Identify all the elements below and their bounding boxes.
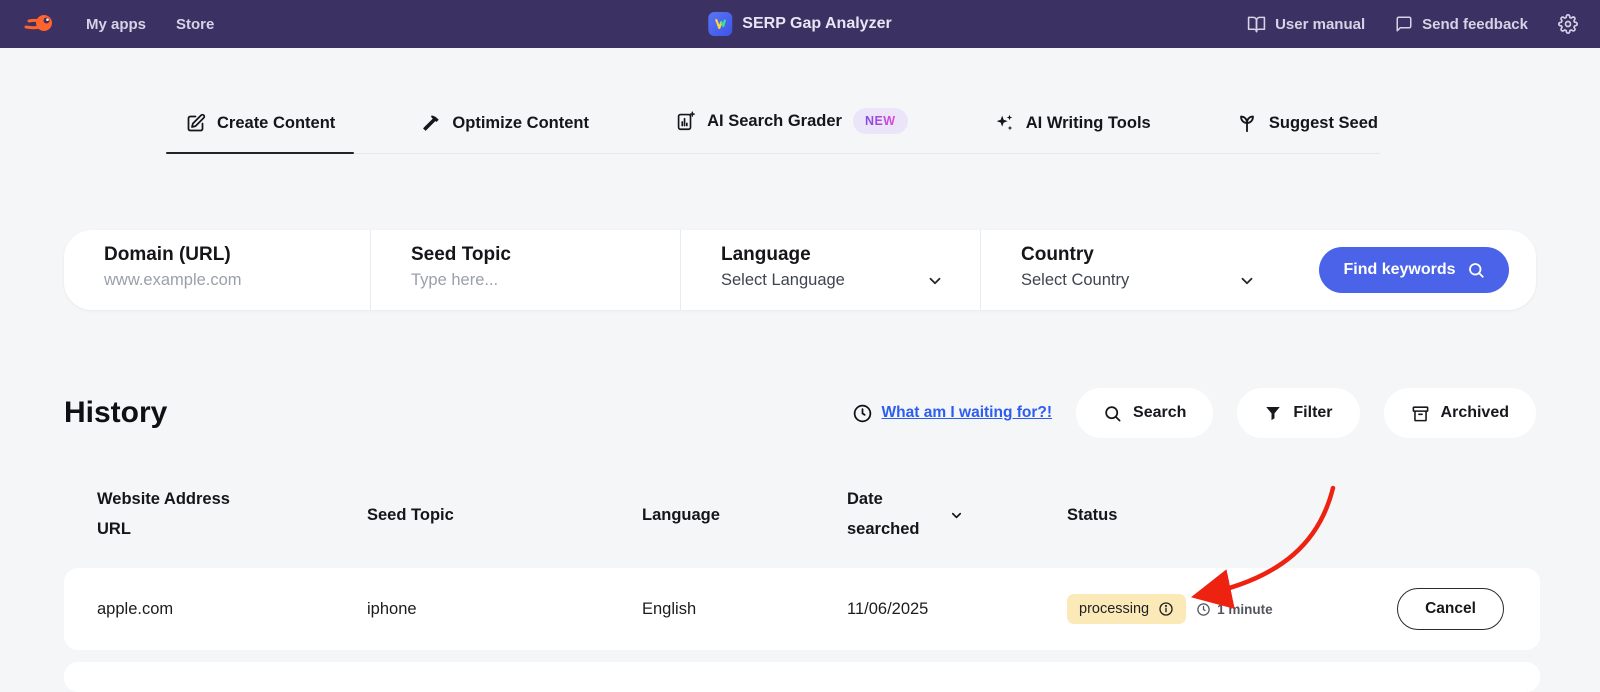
send-feedback-button[interactable]: Send feedback [1395, 15, 1528, 33]
chevron-down-icon [951, 512, 962, 518]
history-title: History [64, 396, 168, 429]
info-icon [1159, 602, 1173, 616]
nav-store[interactable]: Store [176, 16, 214, 33]
seed-topic-label: Seed Topic [411, 244, 511, 265]
country-select-value: Select Country [1021, 271, 1130, 289]
archived-button[interactable]: Archived [1383, 388, 1536, 438]
hammer-icon [423, 115, 440, 131]
col-date-searched[interactable]: Date searched [847, 485, 1067, 544]
sparkles-icon [996, 114, 1012, 131]
waiting-info-link[interactable]: What am I waiting for?! [852, 403, 1053, 424]
cancel-button[interactable]: Cancel [1397, 588, 1504, 630]
country-select[interactable]: Select Country [1021, 271, 1268, 290]
chat-bubble-icon [1396, 16, 1412, 32]
col-website-address: Website Address URL [97, 490, 230, 538]
tab-create-content[interactable]: Create Content [165, 113, 355, 154]
chevron-down-icon [929, 277, 941, 284]
app-title: SERP Gap Analyzer [742, 15, 892, 32]
col-seed-topic: Seed Topic [367, 505, 454, 524]
col-status: Status [1067, 505, 1118, 524]
row-language: English [642, 599, 697, 618]
row-url: apple.com [97, 599, 174, 618]
grader-chart-icon [677, 111, 696, 131]
domain-label: Domain (URL) [104, 244, 231, 265]
tab-ai-writing-tools[interactable]: AI Writing Tools [991, 112, 1153, 153]
filter-button[interactable]: Filter [1237, 388, 1360, 438]
topbar: My apps Store SERP Gap Analyzer User man… [0, 0, 1600, 48]
col-language: Language [642, 505, 720, 524]
language-label: Language [721, 244, 811, 265]
table-row: apple.com iphone English 11/06/2025 proc… [64, 568, 1540, 650]
language-select[interactable]: Select Language [721, 271, 956, 290]
table-header-row: Website Address URL Seed Topic Language … [64, 478, 1540, 552]
search-icon [1468, 263, 1484, 278]
seedling-icon [1239, 115, 1254, 133]
app-title-group: SERP Gap Analyzer [708, 12, 892, 36]
filter-funnel-icon [1266, 407, 1281, 421]
nav-my-apps[interactable]: My apps [86, 16, 146, 33]
clock-icon [853, 404, 871, 422]
search-icon [1105, 405, 1121, 421]
new-badge: NEW [852, 108, 908, 134]
semrush-logo-icon[interactable] [22, 9, 56, 39]
keyword-search-form: Domain (URL) Seed Topic Language Select … [64, 230, 1536, 310]
find-keywords-button[interactable]: Find keywords [1319, 247, 1509, 293]
tab-ai-search-grader[interactable]: AI Search Grader NEW [672, 108, 909, 153]
next-row-partial [64, 662, 1540, 692]
seed-topic-input[interactable] [411, 271, 656, 290]
eta-indicator: 1 minute [1196, 602, 1273, 617]
tab-optimize-content[interactable]: Optimize Content [418, 113, 591, 153]
app-icon [708, 12, 733, 36]
book-open-icon [1247, 16, 1266, 32]
tab-suggest-seed[interactable]: Suggest Seed [1234, 112, 1380, 153]
history-table: Website Address URL Seed Topic Language … [64, 478, 1540, 650]
edit-pencil-icon [187, 113, 206, 132]
row-status: processing 1 minute [1067, 594, 1397, 624]
country-label: Country [1021, 244, 1094, 265]
language-field-group: Language Select Language [680, 230, 980, 310]
seed-topic-field-group: Seed Topic [370, 230, 680, 310]
status-badge[interactable]: processing [1067, 594, 1187, 624]
history-header: History What am I waiting for?! Search F… [64, 388, 1536, 438]
domain-input[interactable] [104, 271, 346, 290]
search-button[interactable]: Search [1076, 388, 1214, 438]
row-date: 11/06/2025 [847, 599, 929, 618]
gear-icon [1558, 14, 1578, 34]
row-seed-topic: iphone [367, 599, 417, 618]
chevron-down-icon [1241, 277, 1253, 284]
language-select-value: Select Language [721, 271, 845, 289]
settings-button[interactable] [1558, 14, 1578, 34]
waiting-link-text: What am I waiting for?! [881, 404, 1053, 421]
archive-box-icon [1412, 405, 1428, 421]
content-tabs: Create Content Optimize Content AI Searc… [165, 100, 1380, 154]
domain-field-group: Domain (URL) [64, 230, 370, 310]
country-field-group: Country Select Country [980, 230, 1292, 310]
clock-icon [1197, 602, 1210, 616]
user-manual-button[interactable]: User manual [1247, 15, 1365, 34]
